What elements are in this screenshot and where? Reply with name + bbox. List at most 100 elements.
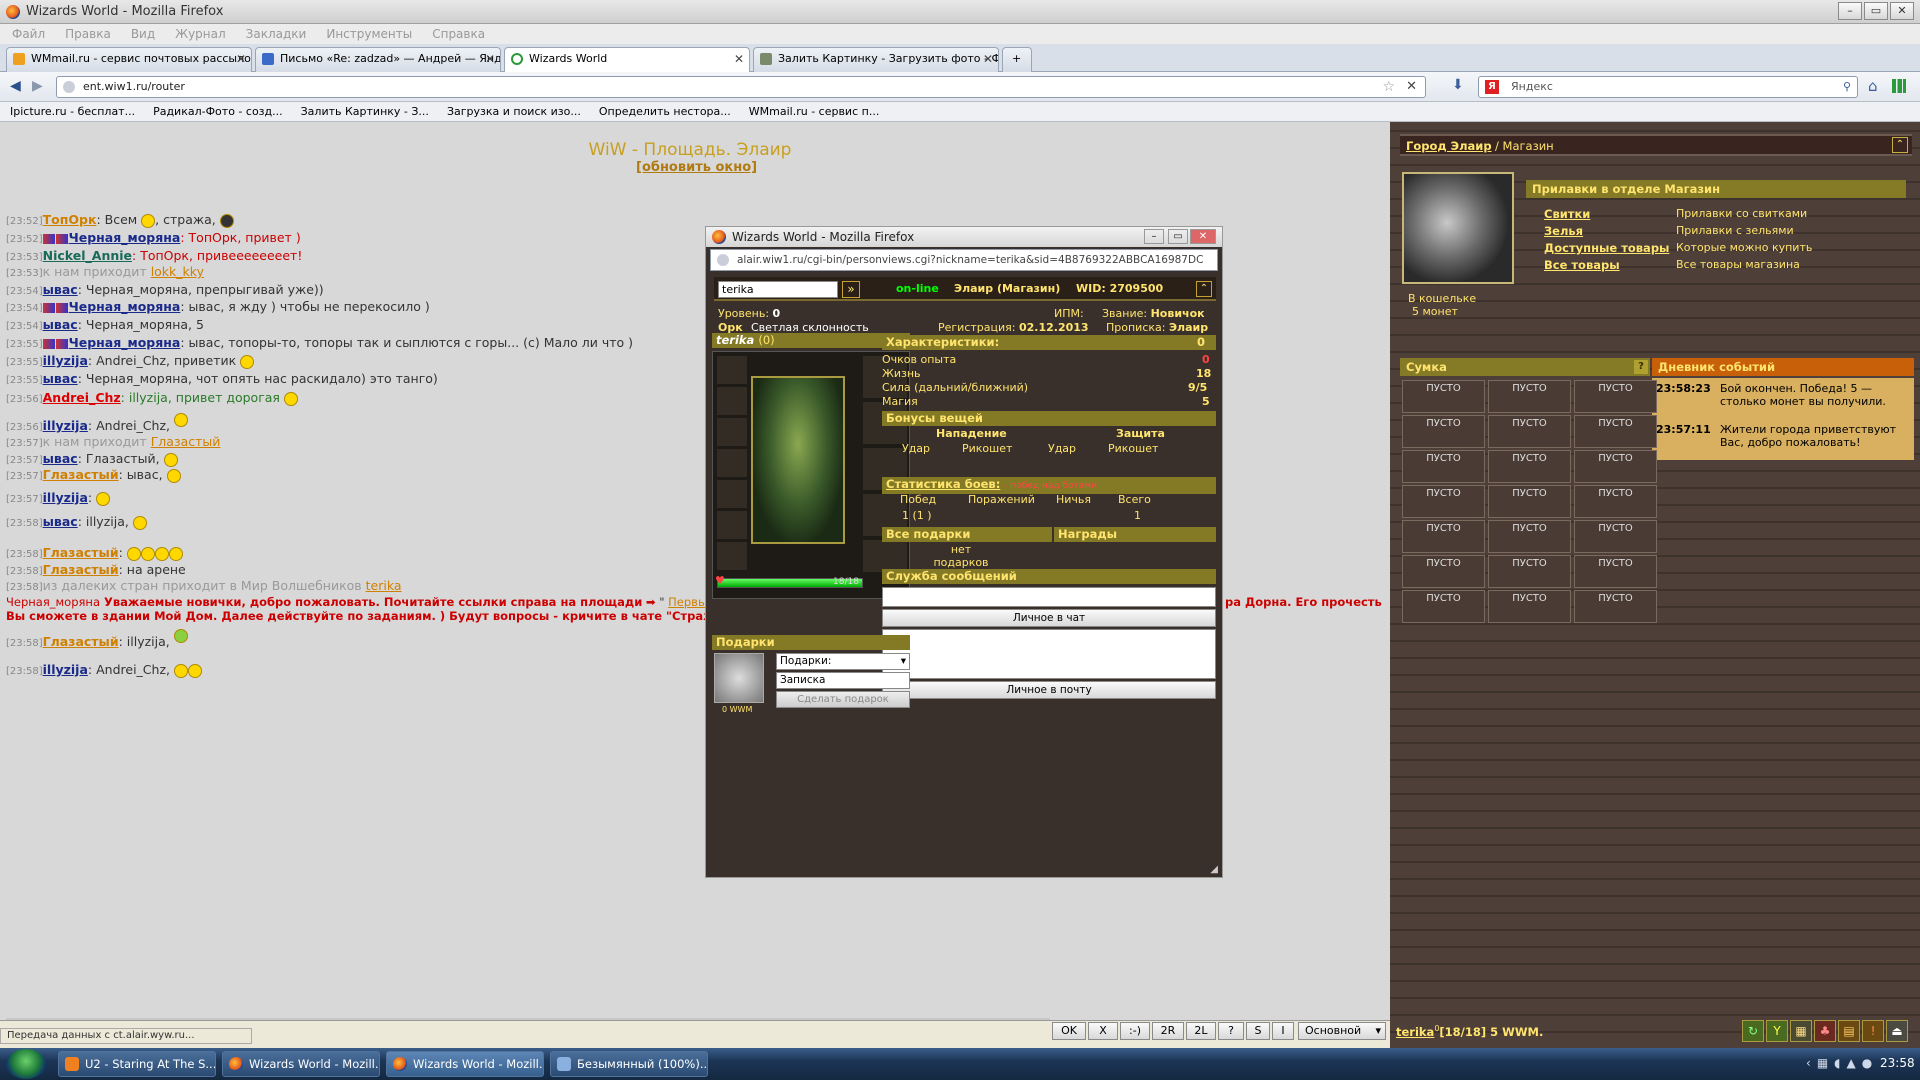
bag-icon[interactable]: ▦ xyxy=(1790,1020,1812,1042)
chat-nick[interactable]: illyzija xyxy=(43,490,88,505)
chat-nick[interactable]: Черная_моряна xyxy=(69,230,181,245)
message-input[interactable] xyxy=(882,587,1216,607)
refresh-icon[interactable]: ↻ xyxy=(1742,1020,1764,1042)
help-button[interactable]: ? xyxy=(1218,1022,1244,1040)
menu-file[interactable]: Файл xyxy=(12,27,45,41)
collapse-icon[interactable]: ⌃ xyxy=(1892,137,1908,153)
chat-nick[interactable]: Глазастый xyxy=(151,434,221,449)
channel-select[interactable]: Основной ▾ xyxy=(1298,1022,1386,1040)
mail-textarea[interactable] xyxy=(882,629,1216,679)
search-icon[interactable]: ⚲ xyxy=(1843,77,1851,97)
chat-nick[interactable]: illyzija xyxy=(43,418,88,433)
bag-slot[interactable]: ПУСТО xyxy=(1488,590,1571,623)
filter-icon[interactable]: Y xyxy=(1766,1020,1788,1042)
close-button[interactable]: ✕ xyxy=(1890,2,1914,20)
chat-nick[interactable]: terika xyxy=(366,578,402,593)
chat-nick[interactable]: Andrei_Chz xyxy=(43,390,121,405)
bookmark-radikal[interactable]: Радикал-Фото - созд... xyxy=(153,105,283,118)
2r-button[interactable]: 2R xyxy=(1152,1022,1184,1040)
warning-icon[interactable]: ▲ xyxy=(1846,1056,1855,1070)
taskbar-item-firefox-1[interactable]: Wizards World - Mozill... xyxy=(222,1051,380,1077)
bag-slot[interactable]: ПУСТО xyxy=(1402,485,1485,518)
alert-icon[interactable]: ! xyxy=(1862,1020,1884,1042)
menu-history[interactable]: Журнал xyxy=(175,27,226,41)
bag-slot[interactable]: ПУСТО xyxy=(1574,520,1657,553)
chat-nick[interactable]: Черная_моряна xyxy=(69,299,181,314)
chat-nick[interactable]: ТопОрк xyxy=(43,212,97,227)
potion-icon[interactable]: ♣ xyxy=(1814,1020,1836,1042)
tab-wmmail[interactable]: WMmail.ru - сервис почтовых рассылок... … xyxy=(6,47,252,72)
tab-close-icon[interactable]: ✕ xyxy=(236,48,246,70)
bag-slot[interactable]: ПУСТО xyxy=(1488,485,1571,518)
i-button[interactable]: I xyxy=(1272,1022,1294,1040)
nick-search-input[interactable]: terika xyxy=(718,281,838,298)
battle-stats-link[interactable]: Статистика боев: xyxy=(886,477,1000,491)
make-gift-button[interactable]: Сделать подарок xyxy=(776,691,910,708)
maximize-button[interactable]: ▭ xyxy=(1864,2,1888,20)
bag-slot[interactable]: ПУСТО xyxy=(1402,520,1485,553)
bookmark-opredelit[interactable]: Определить нестора... xyxy=(599,105,731,118)
smiles-button[interactable]: :-) xyxy=(1120,1022,1150,1040)
menu-bookmarks[interactable]: Закладки xyxy=(246,27,307,41)
chat-nick[interactable]: Глазастый xyxy=(43,545,119,560)
available-goods-link[interactable]: Доступные товары xyxy=(1544,241,1669,255)
tab-close-icon[interactable]: ✕ xyxy=(734,48,744,70)
start-button[interactable] xyxy=(6,1049,46,1079)
chat-nick[interactable]: Глазастый xyxy=(43,467,119,482)
s-button[interactable]: S xyxy=(1246,1022,1270,1040)
search-input[interactable]: Я Яндекс ⚲ xyxy=(1478,76,1858,98)
breadcrumb-city-link[interactable]: Город Элаир xyxy=(1406,139,1492,153)
volume-icon[interactable]: ◖ xyxy=(1834,1056,1840,1070)
taskbar-item-firefox-2[interactable]: Wizards World - Mozill... xyxy=(386,1051,544,1077)
character-avatar[interactable] xyxy=(751,376,845,544)
resize-grip-icon[interactable]: ◢ xyxy=(1210,864,1218,875)
bag-slot[interactable]: ПУСТО xyxy=(1402,590,1485,623)
bag-slot[interactable]: ПУСТО xyxy=(1488,415,1571,448)
all-goods-link[interactable]: Все товары xyxy=(1544,258,1620,272)
clear-button[interactable]: X xyxy=(1088,1022,1118,1040)
left-equipment-slots[interactable] xyxy=(717,356,747,572)
chat-nick[interactable]: ывас xyxy=(43,371,78,386)
chat-nick[interactable]: Глазастый xyxy=(43,634,119,649)
download-icon[interactable]: ⬇ xyxy=(1452,77,1464,93)
refresh-link[interactable]: [обновить окно] xyxy=(636,160,757,175)
new-tab-button[interactable]: + xyxy=(1002,47,1032,72)
bag-slot[interactable]: ПУСТО xyxy=(1488,380,1571,413)
tab-zalit-kartinku[interactable]: Залить Картинку - Загрузить фото - Ф... … xyxy=(753,47,999,72)
exit-icon[interactable]: ⏏ xyxy=(1886,1020,1908,1042)
menu-edit[interactable]: Правка xyxy=(65,27,111,41)
tab-yandex-mail[interactable]: Письмо «Re: zadzad» — Андрей — Янд... ✕ xyxy=(255,47,501,72)
bag-slot[interactable]: ПУСТО xyxy=(1574,485,1657,518)
potions-link[interactable]: Зелья xyxy=(1544,224,1583,238)
chat-nick[interactable]: ывас xyxy=(43,514,78,529)
popup-maximize-button[interactable]: ▭ xyxy=(1168,229,1188,244)
back-icon[interactable]: ◀ xyxy=(10,78,21,94)
menu-view[interactable]: Вид xyxy=(131,27,155,41)
home-icon[interactable]: ⌂ xyxy=(1868,77,1878,95)
popup-minimize-button[interactable]: – xyxy=(1144,229,1164,244)
tab-close-icon[interactable]: ✕ xyxy=(983,48,993,70)
bookmark-ipicture[interactable]: Ipicture.ru - бесплат... xyxy=(10,105,135,118)
go-arrow-icon[interactable]: » xyxy=(842,281,860,298)
gift-note-input[interactable]: Записка xyxy=(776,672,910,689)
bag-slot[interactable]: ПУСТО xyxy=(1402,555,1485,588)
popup-close-button[interactable]: ✕ xyxy=(1190,229,1216,244)
minimize-button[interactable]: – xyxy=(1838,2,1862,20)
chat-nick[interactable]: Глазастый xyxy=(43,562,119,577)
collapse-icon[interactable]: ⌃ xyxy=(1196,281,1212,297)
menu-help[interactable]: Справка xyxy=(432,27,485,41)
bag-slot[interactable]: ПУСТО xyxy=(1402,380,1485,413)
bookmark-zalit[interactable]: Залить Картинку - З... xyxy=(301,105,429,118)
chat-nick[interactable]: lokk_kky xyxy=(151,264,204,279)
private-mail-button[interactable]: Личное в почту xyxy=(882,681,1216,699)
ok-button[interactable]: OK xyxy=(1052,1022,1086,1040)
bookmark-zagruzka[interactable]: Загрузка и поиск изо... xyxy=(447,105,581,118)
bag-slot[interactable]: ПУСТО xyxy=(1402,415,1485,448)
popup-url[interactable]: alair.wiw1.ru/cgi-bin/personviews.cgi?ni… xyxy=(710,249,1218,271)
bag-slot[interactable]: ПУСТО xyxy=(1574,590,1657,623)
bag-slot[interactable]: ПУСТО xyxy=(1574,415,1657,448)
chat-nick[interactable]: ывас xyxy=(43,451,78,466)
bookmark-wmmail[interactable]: WMmail.ru - сервис п... xyxy=(749,105,880,118)
chat-nick[interactable]: ывас xyxy=(43,282,78,297)
bag-slot[interactable]: ПУСТО xyxy=(1488,520,1571,553)
